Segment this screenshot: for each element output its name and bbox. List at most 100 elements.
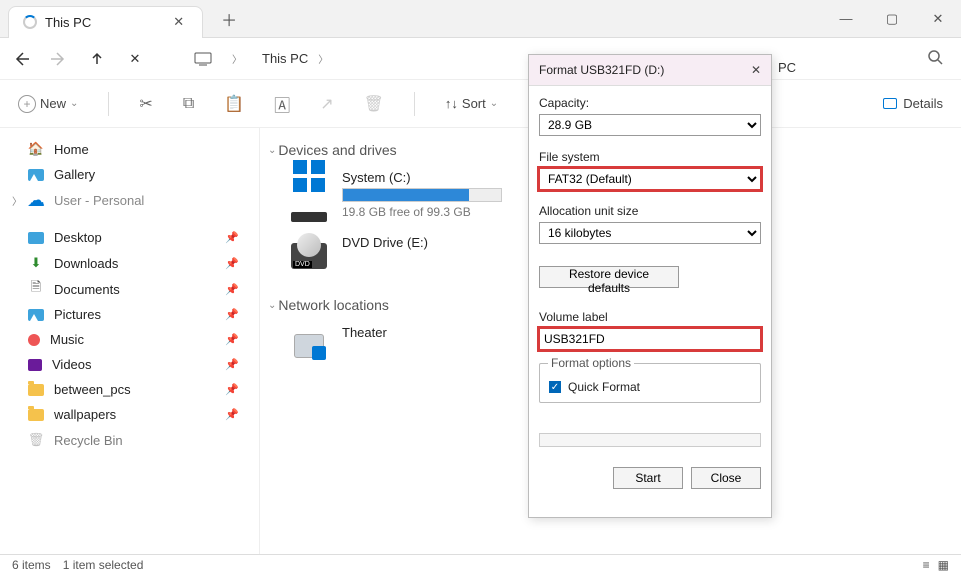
sidebar-label: Recycle Bin [54, 433, 123, 448]
sidebar-item-wallpapers[interactable]: wallpapers 📌 [0, 402, 259, 427]
sidebar-item-documents[interactable]: 🗎 Documents 📌 [0, 276, 259, 302]
sidebar-label: Music [50, 332, 84, 347]
sidebar-item-videos[interactable]: Videos 📌 [0, 352, 259, 377]
sidebar-label: between_pcs [54, 382, 131, 397]
sidebar-label: Desktop [54, 230, 102, 245]
chevron-right-icon[interactable]: 〉 [12, 193, 22, 208]
sidebar-item-gallery[interactable]: Gallery [0, 162, 259, 187]
sidebar-label: Downloads [54, 256, 118, 271]
volume-label-label: Volume label [539, 310, 761, 324]
sidebar-item-home[interactable]: 🏠 Home [0, 136, 259, 162]
sidebar-item-recycle-bin[interactable]: 🗑 Recycle Bin [0, 427, 259, 453]
copy-icon[interactable]: ⧉ [183, 95, 194, 113]
capacity-select[interactable]: 28.9 GB [539, 114, 761, 136]
up-button[interactable] [88, 50, 106, 68]
breadcrumb[interactable]: This PC 〉 [262, 51, 328, 66]
sidebar-label: Documents [54, 282, 120, 297]
close-window-button[interactable]: ✕ [915, 0, 961, 38]
home-icon: 🏠 [28, 141, 44, 157]
loading-spinner-icon [23, 15, 37, 29]
allocation-select[interactable]: 16 kilobytes [539, 222, 761, 244]
recycle-bin-icon: 🗑 [28, 432, 44, 448]
back-button[interactable] [12, 50, 30, 68]
delete-icon[interactable]: 🗑 [364, 94, 384, 114]
sidebar-item-music[interactable]: Music 📌 [0, 327, 259, 352]
forward-button[interactable] [50, 50, 68, 68]
tab-title: This PC [45, 15, 91, 30]
folder-icon [28, 409, 44, 421]
pin-icon: 📌 [225, 408, 239, 421]
paste-icon[interactable]: 📋 [224, 94, 244, 114]
sidebar-label: Videos [52, 357, 92, 372]
videos-icon [28, 359, 42, 371]
pin-icon: 📌 [225, 231, 239, 244]
rename-icon[interactable]: 🄰 [274, 92, 290, 116]
gallery-icon [28, 169, 44, 181]
chevron-right-icon: 〉 [232, 51, 242, 66]
pin-icon: 📌 [225, 283, 239, 296]
checkbox-checked-icon: ✓ [548, 380, 562, 394]
pin-icon: 📌 [225, 257, 239, 270]
dialog-close-button[interactable]: ✕ [747, 61, 765, 79]
sidebar-item-pictures[interactable]: Pictures 📌 [0, 302, 259, 327]
pin-icon: 📌 [225, 308, 239, 321]
new-label: New [40, 96, 66, 111]
new-tab-button[interactable]: ＋ [221, 7, 237, 31]
format-progress-bar [539, 433, 761, 447]
tab-this-pc[interactable]: This PC ✕ [8, 6, 203, 38]
documents-icon: 🗎 [28, 281, 44, 297]
minimize-button[interactable]: — [823, 0, 869, 38]
status-selected-count: 1 item selected [63, 558, 144, 572]
close-button[interactable]: Close [691, 467, 761, 489]
plus-circle-icon: + [18, 95, 36, 113]
status-item-count: 6 items [12, 558, 51, 572]
filesystem-select[interactable]: FAT32 (Default) [539, 168, 761, 190]
restore-defaults-button[interactable]: Restore device defaults [539, 266, 679, 288]
sidebar-label: User - Personal [54, 193, 144, 208]
volume-label-input[interactable] [539, 328, 761, 350]
refresh-cancel-button[interactable]: ✕ [126, 50, 144, 68]
pin-icon: 📌 [225, 358, 239, 371]
quick-format-checkbox[interactable]: ✓ Quick Format [548, 380, 752, 394]
sidebar-label: Gallery [54, 167, 95, 182]
sidebar-label: Pictures [54, 307, 101, 322]
capacity-label: Capacity: [539, 96, 761, 110]
new-button[interactable]: + New ⌄ [18, 95, 78, 113]
search-button[interactable] [927, 49, 949, 68]
sort-label: Sort [462, 96, 486, 111]
details-pane-button[interactable]: Details [883, 96, 943, 111]
breadcrumb-remnant: PC [778, 60, 796, 75]
cut-icon[interactable]: ✂ [139, 94, 152, 114]
navigation-bar: ✕ 〉 This PC 〉 [0, 38, 961, 80]
maximize-button[interactable]: ▢ [869, 0, 915, 38]
chevron-down-icon: ⌄ [70, 98, 78, 109]
window-controls: — ▢ ✕ [823, 0, 961, 38]
share-icon[interactable]: ↗ [320, 94, 333, 114]
sort-button[interactable]: ↑↓ Sort ⌄ [445, 96, 498, 111]
sidebar-item-desktop[interactable]: Desktop 📌 [0, 225, 259, 250]
dialog-title: Format USB321FD (D:) [539, 63, 664, 77]
title-bar: This PC ✕ ＋ — ▢ ✕ [0, 0, 961, 38]
chevron-right-icon: 〉 [318, 51, 328, 66]
section-title: Network locations [278, 297, 389, 313]
desktop-icon [28, 232, 44, 244]
status-bar: 6 items 1 item selected ≡ ▦ [0, 554, 961, 574]
capacity-bar [342, 188, 502, 202]
network-pc-icon [288, 325, 330, 367]
pc-icon [194, 50, 212, 68]
chevron-down-icon: ⌄ [268, 300, 276, 311]
dialog-titlebar[interactable]: Format USB321FD (D:) ✕ [529, 55, 771, 86]
system-drive-icon [288, 170, 330, 212]
sidebar-item-between-pcs[interactable]: between_pcs 📌 [0, 377, 259, 402]
sidebar-item-user[interactable]: 〉 ☁ User - Personal [0, 187, 259, 213]
tiles-view-icon[interactable]: ▦ [938, 558, 949, 572]
details-view-icon[interactable]: ≡ [923, 558, 930, 572]
sidebar-item-downloads[interactable]: ⬇ Downloads 📌 [0, 250, 259, 276]
tab-close-button[interactable]: ✕ [169, 14, 188, 30]
start-button[interactable]: Start [613, 467, 683, 489]
navigation-pane: 🏠 Home Gallery 〉 ☁ User - Personal Deskt… [0, 128, 260, 554]
section-title: Devices and drives [278, 142, 396, 158]
breadcrumb-root[interactable]: This PC [262, 51, 308, 66]
onedrive-icon: ☁ [28, 192, 44, 208]
downloads-icon: ⬇ [28, 255, 44, 271]
